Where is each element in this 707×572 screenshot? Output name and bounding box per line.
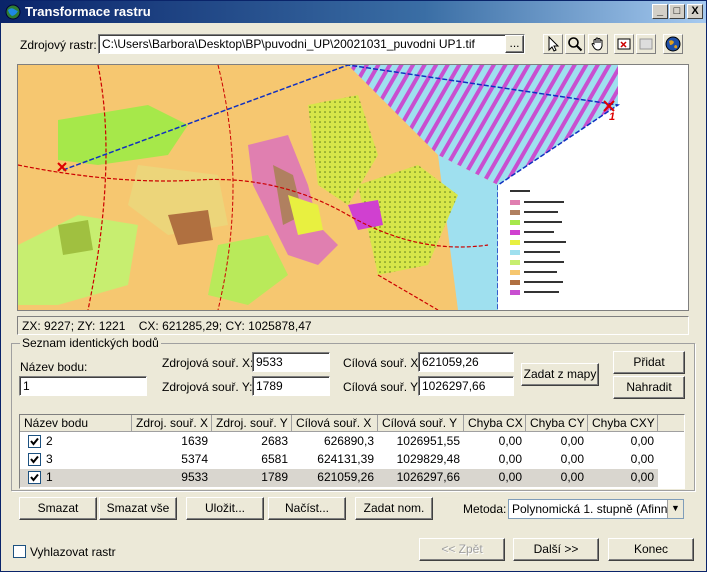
smooth-raster-checkbox[interactable]: [13, 545, 26, 558]
table-row[interactable]: 2 1639 2683 626890,3 1026951,55 0,00 0,0…: [20, 433, 658, 451]
point-name-input[interactable]: 1: [19, 376, 147, 396]
cell-dst-y: 1026297,66: [396, 470, 460, 484]
cursor-icon: [548, 36, 560, 52]
cell-src-x: 1639: [181, 434, 208, 448]
cell-err-cx: 0,00: [498, 452, 522, 466]
load-button[interactable]: Načíst...: [268, 497, 346, 520]
row-checkbox[interactable]: [28, 453, 41, 466]
col-header-dst-x[interactable]: Cílová souř. X: [292, 415, 378, 432]
delete-button[interactable]: Smazat: [19, 497, 97, 520]
target-y-input[interactable]: 1026297,66: [418, 376, 514, 396]
cell-dst-x: 626890,3: [323, 434, 374, 448]
cell-src-y: 1789: [261, 470, 288, 484]
row-checkbox[interactable]: [28, 435, 41, 448]
source-raster-path[interactable]: C:\Users\Barbora\Desktop\BP\puvodni_UP\2…: [98, 34, 525, 54]
target-x-label: Cílová souř. X:: [343, 356, 422, 370]
source-raster-label: Zdrojový rastr:: [20, 38, 97, 52]
window-extent-icon: [639, 38, 653, 50]
point-name-label: Název bodu:: [20, 360, 88, 374]
full-extent-icon: [617, 38, 631, 50]
source-y-label: Zdrojová souř. Y:: [162, 380, 253, 394]
coordinate-text: ZX: 9227; ZY: 1221 CX: 621285,29; CY: 10…: [22, 319, 312, 333]
cell-err-cx: 0,00: [498, 434, 522, 448]
cell-err-cy: 0,00: [560, 470, 584, 484]
source-x-label: Zdrojová souř. X:: [162, 356, 254, 370]
col-header-src-x[interactable]: Zdroj. souř. X: [132, 415, 212, 432]
minimize-button[interactable]: _: [652, 4, 668, 19]
cell-name: 2: [46, 434, 53, 448]
enter-names-button[interactable]: Zadat nom.: [355, 497, 433, 520]
browse-button[interactable]: ...: [505, 35, 524, 53]
cell-src-x: 5374: [181, 452, 208, 466]
title-bar: Transformace rastru _ □ X: [1, 1, 706, 23]
cell-err-cy: 0,00: [560, 434, 584, 448]
target-y-label: Cílová souř. Y:: [343, 380, 421, 394]
col-header-err-cy[interactable]: Chyba CY: [526, 415, 588, 432]
cell-name: 3: [46, 452, 53, 466]
target-x-input[interactable]: 621059,26: [418, 352, 514, 372]
globe-icon: [5, 4, 21, 20]
col-header-err-cx[interactable]: Chyba CX: [464, 415, 526, 432]
cell-err-cxy: 0,00: [630, 452, 654, 466]
cell-dst-x: 624131,39: [317, 452, 374, 466]
magnifier-icon: [568, 37, 583, 52]
method-label: Metoda:: [463, 502, 507, 516]
close-button[interactable]: X: [687, 4, 703, 19]
cell-err-cxy: 0,00: [630, 434, 654, 448]
col-header-err-cxy[interactable]: Chyba CXY: [588, 415, 658, 432]
hand-icon: [591, 37, 603, 51]
map-view[interactable]: 1: [17, 64, 689, 311]
cell-dst-y: 1029829,48: [396, 452, 460, 466]
add-button[interactable]: Přidat: [613, 351, 685, 374]
source-x-input[interactable]: 9533: [252, 352, 330, 372]
cell-err-cy: 0,00: [560, 452, 584, 466]
cell-src-x: 9533: [181, 470, 208, 484]
pan-tool-button[interactable]: [588, 34, 608, 54]
cell-err-cxy: 0,00: [630, 470, 654, 484]
globe-icon: [665, 36, 681, 52]
check-icon: [30, 455, 39, 464]
transform-window: Transformace rastru _ □ X Zdrojový rastr…: [0, 0, 707, 572]
row-checkbox[interactable]: [28, 471, 41, 484]
group-title: Seznam identických bodů: [20, 336, 161, 350]
full-extent-button[interactable]: [614, 34, 634, 54]
zoom-tool-button[interactable]: [565, 34, 585, 54]
table-row[interactable]: 3 5374 6581 624131,39 1029829,48 0,00 0,…: [20, 451, 658, 469]
source-y-input[interactable]: 1789: [252, 376, 330, 396]
smooth-raster-label: Vyhlazovat rastr: [30, 545, 116, 559]
georeference-button[interactable]: [663, 34, 683, 54]
raster-map: [18, 65, 688, 310]
col-header-filler: [658, 415, 684, 432]
method-select[interactable]: Polynomická 1. stupně (Afinní) ▼: [508, 499, 684, 519]
method-value: Polynomická 1. stupně (Afinní): [512, 502, 675, 516]
col-header-src-y[interactable]: Zdroj. souř. Y: [212, 415, 292, 432]
delete-all-button[interactable]: Smazat vše: [99, 497, 177, 520]
points-table[interactable]: Název bodu Zdroj. souř. X Zdroj. souř. Y…: [19, 414, 685, 489]
finish-button[interactable]: Konec: [608, 538, 694, 561]
chevron-down-icon[interactable]: ▼: [667, 500, 683, 518]
pointer-tool-button[interactable]: [543, 34, 563, 54]
save-button[interactable]: Uložit...: [186, 497, 264, 520]
next-button[interactable]: Další >>: [513, 538, 599, 561]
cell-err-cx: 0,00: [498, 470, 522, 484]
window-title: Transformace rastru: [25, 4, 151, 19]
col-header-dst-y[interactable]: Cílová souř. Y: [378, 415, 464, 432]
table-row[interactable]: 1 9533 1789 621059,26 1026297,66 0,00 0,…: [20, 469, 658, 487]
cell-name: 1: [46, 470, 53, 484]
cell-src-y: 6581: [261, 452, 288, 466]
extent-button[interactable]: [636, 34, 656, 54]
replace-button[interactable]: Nahradit: [613, 376, 685, 399]
cell-dst-y: 1026951,55: [396, 434, 460, 448]
maximize-button[interactable]: □: [669, 4, 685, 19]
coordinate-readout: ZX: 9227; ZY: 1221 CX: 621285,29; CY: 10…: [17, 316, 689, 335]
cell-src-y: 2683: [261, 434, 288, 448]
pick-from-map-button[interactable]: Zadat z mapy: [521, 363, 599, 386]
table-header: Název bodu Zdroj. souř. X Zdroj. souř. Y…: [20, 415, 684, 432]
check-icon: [30, 473, 39, 482]
control-point-label: 1: [609, 111, 616, 123]
col-header-name[interactable]: Název bodu: [20, 415, 132, 432]
check-icon: [30, 437, 39, 446]
back-button[interactable]: << Zpět: [419, 538, 505, 561]
cell-dst-x: 621059,26: [317, 470, 374, 484]
